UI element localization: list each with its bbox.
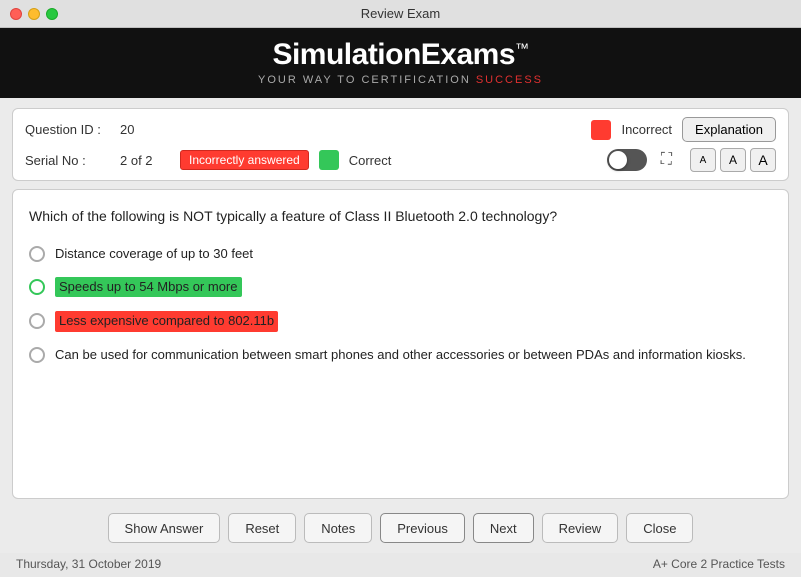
incorrect-color-dot <box>591 120 611 140</box>
question-text: Which of the following is NOT typically … <box>29 206 772 227</box>
window-title: Review Exam <box>361 6 440 21</box>
radio-option-2[interactable] <box>29 279 45 295</box>
serial-no-row: Serial No : 2 of 2 Incorrectly answered … <box>25 148 776 172</box>
status-product: A+ Core 2 Practice Tests <box>653 557 785 571</box>
incorrectly-answered-badge: Incorrectly answered <box>180 150 309 170</box>
show-answer-button[interactable]: Show Answer <box>108 513 221 543</box>
option-2[interactable]: Speeds up to 54 Mbps or more <box>29 277 772 297</box>
radio-option-3[interactable] <box>29 313 45 329</box>
close-traffic-light[interactable] <box>10 8 22 20</box>
incorrect-label: Incorrect <box>621 122 672 137</box>
option-3-text: Less expensive compared to 802.11b <box>55 311 278 331</box>
status-bar: Thursday, 31 October 2019 A+ Core 2 Prac… <box>0 553 801 577</box>
question-id-row: Question ID : 20 Incorrect Explanation <box>25 117 776 142</box>
brand-header: SimulationExams™ YOUR WAY TO CERTIFICATI… <box>0 28 801 98</box>
option-4[interactable]: Can be used for communication between sm… <box>29 346 772 364</box>
reset-button[interactable]: Reset <box>228 513 296 543</box>
font-large-button[interactable]: A <box>750 148 776 172</box>
minimize-traffic-light[interactable] <box>28 8 40 20</box>
radio-option-4[interactable] <box>29 347 45 363</box>
font-size-buttons: A A A <box>690 148 776 172</box>
serial-no-label: Serial No : <box>25 153 110 168</box>
previous-button[interactable]: Previous <box>380 513 465 543</box>
question-id-label: Question ID : <box>25 122 110 137</box>
button-bar: Show Answer Reset Notes Previous Next Re… <box>12 507 789 545</box>
notes-button[interactable]: Notes <box>304 513 372 543</box>
option-4-text: Can be used for communication between sm… <box>55 346 746 364</box>
main-window: Question ID : 20 Incorrect Explanation S… <box>0 98 801 553</box>
title-bar: Review Exam <box>0 0 801 28</box>
next-button[interactable]: Next <box>473 513 534 543</box>
correct-label: Correct <box>349 153 392 168</box>
question-id-value: 20 <box>120 122 170 137</box>
maximize-traffic-light[interactable] <box>46 8 58 20</box>
explanation-button[interactable]: Explanation <box>682 117 776 142</box>
radio-option-1[interactable] <box>29 246 45 262</box>
font-medium-button[interactable]: A <box>720 148 746 172</box>
close-button[interactable]: Close <box>626 513 693 543</box>
option-2-text: Speeds up to 54 Mbps or more <box>55 277 242 297</box>
review-button[interactable]: Review <box>542 513 619 543</box>
toggle-switch[interactable] <box>607 149 647 171</box>
traffic-lights <box>10 8 58 20</box>
brand-subtitle: YOUR WAY TO CERTIFICATION SUCCESS <box>20 74 781 86</box>
brand-title: SimulationExams™ <box>20 38 781 72</box>
option-1[interactable]: Distance coverage of up to 30 feet <box>29 245 772 263</box>
font-small-button[interactable]: A <box>690 148 716 172</box>
toggle-knob <box>609 151 627 169</box>
info-bar: Question ID : 20 Incorrect Explanation S… <box>12 108 789 181</box>
status-date: Thursday, 31 October 2019 <box>16 557 161 571</box>
serial-no-value: 2 of 2 <box>120 153 170 168</box>
correct-color-dot <box>319 150 339 170</box>
option-3[interactable]: Less expensive compared to 802.11b <box>29 311 772 331</box>
option-1-text: Distance coverage of up to 30 feet <box>55 245 253 263</box>
question-area: Which of the following is NOT typically … <box>12 189 789 499</box>
expand-icon[interactable]: ⛶ <box>657 149 676 171</box>
